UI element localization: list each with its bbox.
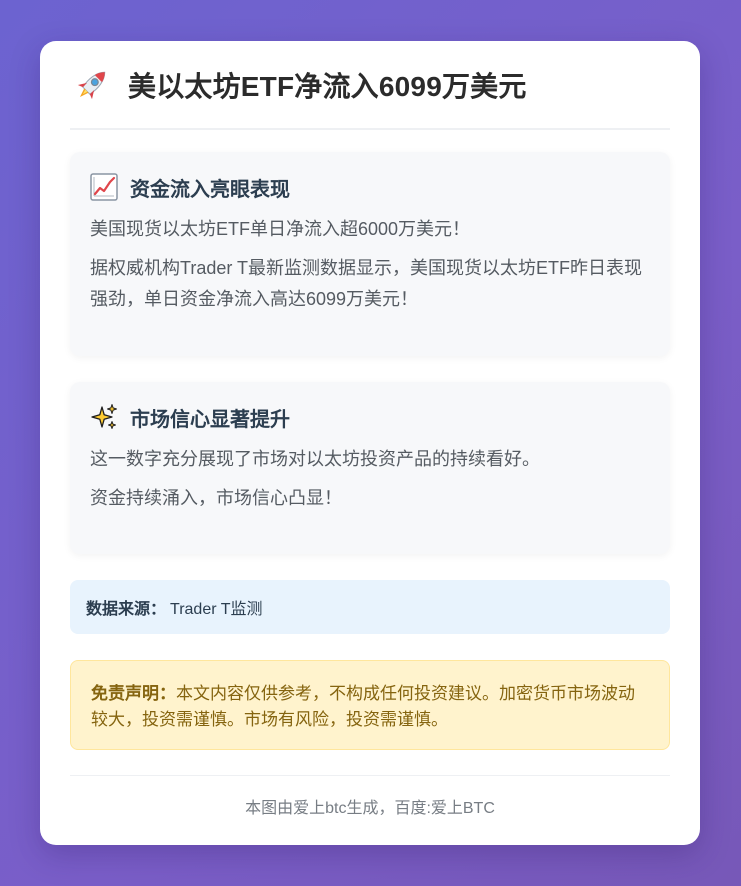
article-card: 美以太坊ETF净流入6099万美元 资金流入亮眼表现 美国现货以太坊ETF单日净… (40, 41, 700, 845)
page-title: 美以太坊ETF净流入6099万美元 (128, 70, 527, 102)
section-market-confidence: 市场信心显著提升 这一数字充分展现了市场对以太坊投资产品的持续看好。 资金持续涌… (70, 382, 670, 554)
paragraph: 资金持续涌入，市场信心凸显！ (90, 488, 342, 508)
paragraph: 据权威机构Trader T最新监测数据显示，美国现货以太坊ETF昨日表现强劲，单… (90, 258, 643, 309)
card-header: 美以太坊ETF净流入6099万美元 (70, 41, 670, 130)
source-value: Trader T监测 (170, 601, 263, 618)
paragraph: 美国现货以太坊ETF单日净流入超6000万美元！ (90, 219, 471, 239)
section-header: 资金流入亮眼表现 (90, 172, 650, 202)
rocket-icon (77, 71, 106, 99)
disclaimer-box: 免责声明：本文内容仅供参考，不构成任何投资建议。加密货币市场波动较大，投资需谨慎… (70, 660, 670, 750)
data-source-box: 数据来源： Trader T监测 (70, 580, 670, 634)
footer: 本图由爱上btc生成，百度:爱上BTC (70, 775, 670, 835)
section-title: 资金流入亮眼表现 (130, 178, 290, 201)
sparkles-icon (91, 404, 117, 429)
footer-text: 本图由爱上btc生成，百度:爱上BTC (245, 799, 495, 817)
disclaimer-label: 免责声明： (91, 684, 176, 703)
chart-increasing-icon (90, 173, 118, 201)
section-title: 市场信心显著提升 (130, 408, 290, 431)
section-header: 市场信心显著提升 (90, 402, 650, 432)
paragraph: 这一数字充分展现了市场对以太坊投资产品的持续看好。 (90, 449, 540, 469)
section-fund-inflow: 资金流入亮眼表现 美国现货以太坊ETF单日净流入超6000万美元！ 据权威机构T… (70, 152, 670, 356)
source-label: 数据来源： (86, 601, 167, 618)
